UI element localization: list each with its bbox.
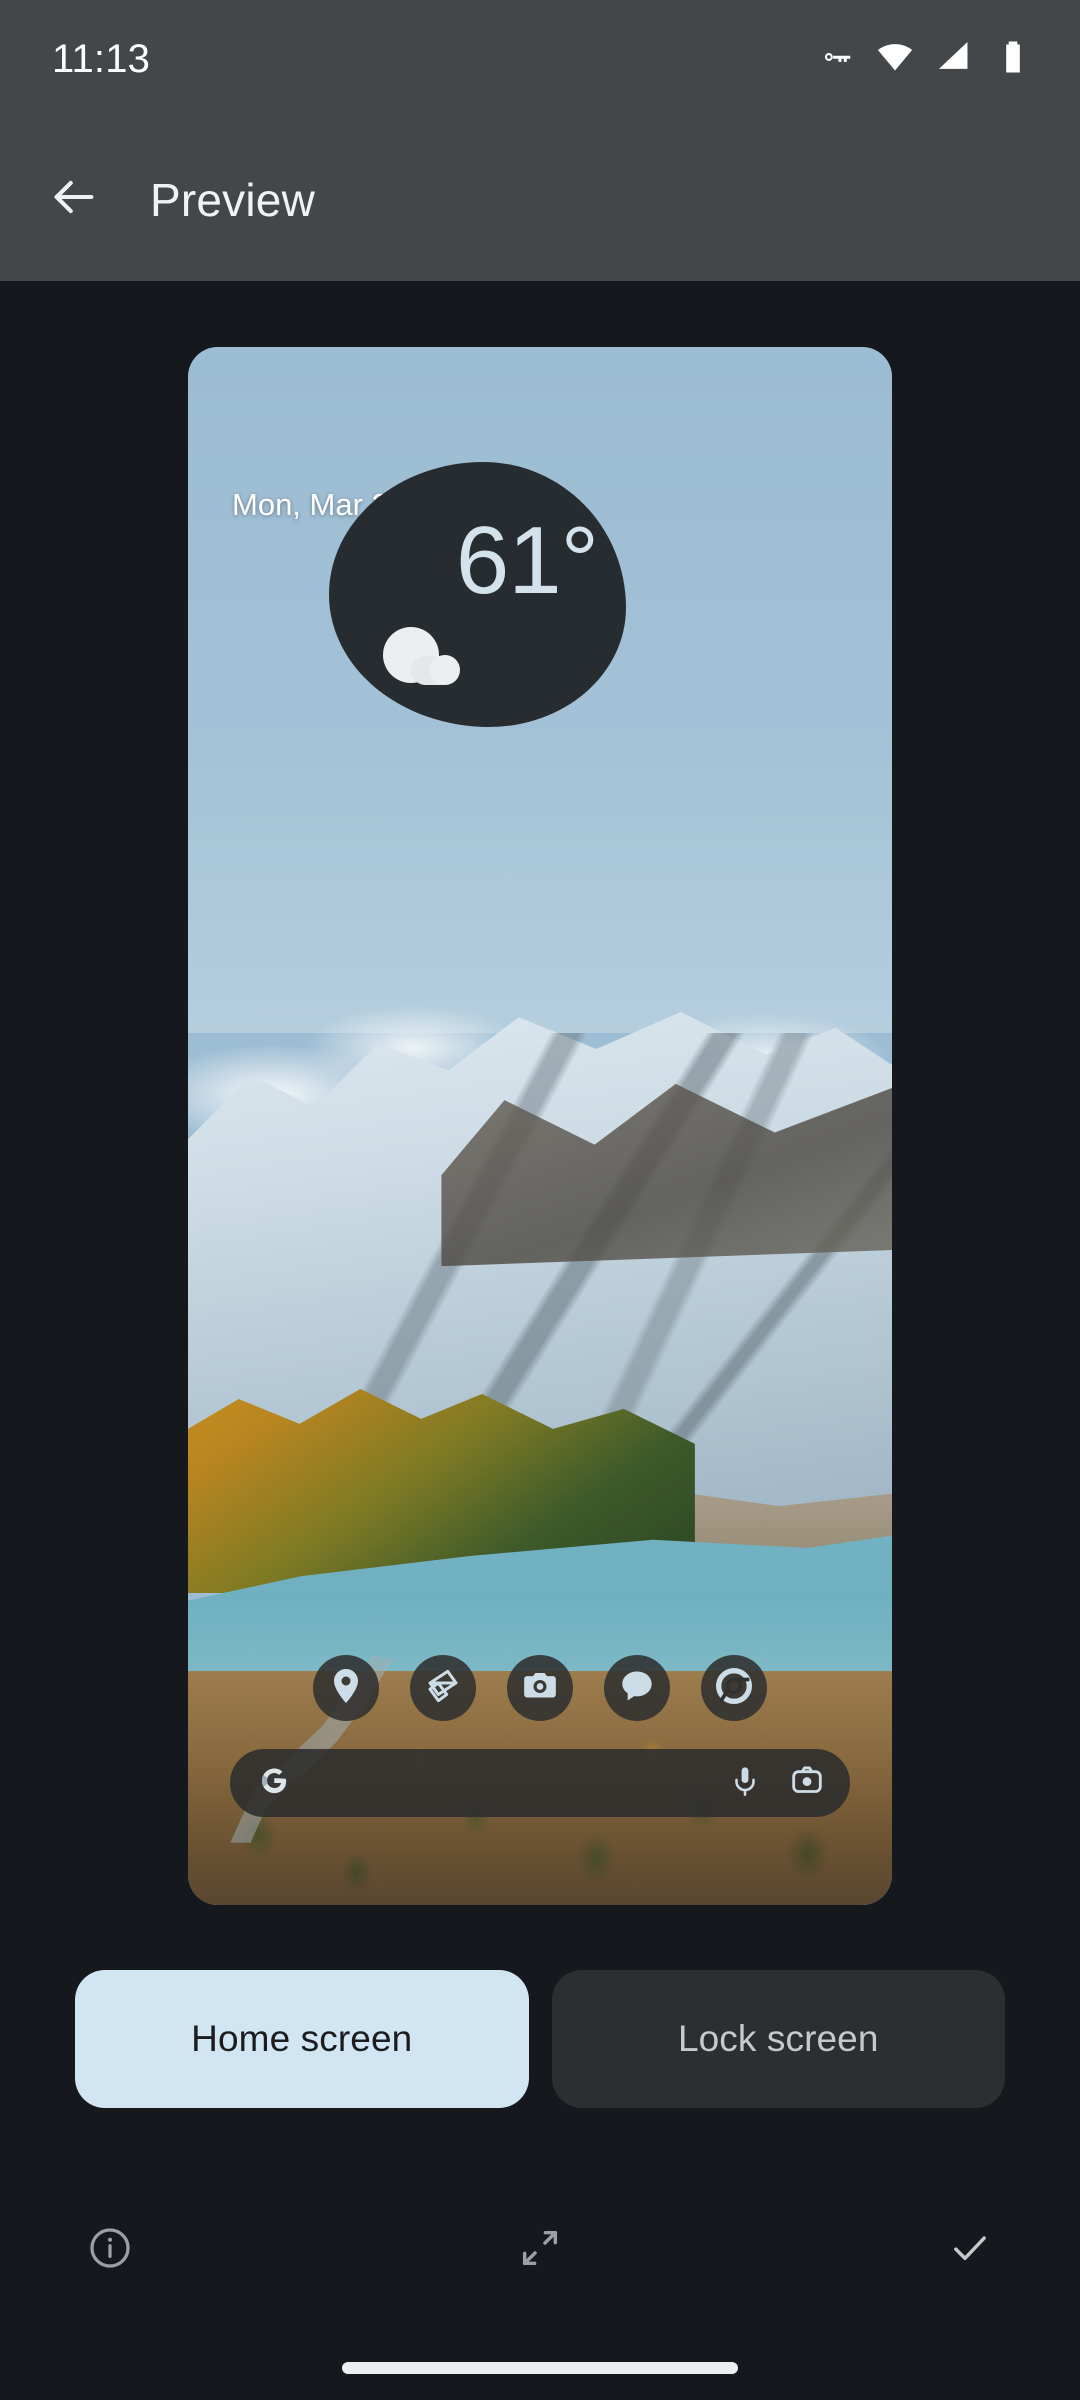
info-icon [87,2225,133,2276]
dock-item-chrome[interactable] [701,1655,767,1721]
status-clock: 11:13 [52,36,151,81]
fullscreen-button[interactable] [494,2204,586,2296]
dock-item-messages[interactable] [604,1655,670,1721]
signal-icon [935,38,973,81]
weather-temperature: 61° [455,507,599,614]
photos-icon [423,1666,463,1711]
battery-icon [994,38,1032,81]
lens-camera-icon[interactable] [790,1764,824,1803]
tab-home-screen[interactable]: Home screen [75,1970,529,2108]
dock-item-camera[interactable] [507,1655,573,1721]
status-bar: 11:13 [0,0,1080,118]
microphone-icon[interactable] [728,1764,762,1803]
weather-widget[interactable]: 61° [329,462,626,727]
chat-bubble-icon [617,1666,657,1711]
bottom-action-bar [0,2180,1080,2320]
tab-lock-screen[interactable]: Lock screen [551,1970,1005,2108]
home-gesture-pill[interactable] [342,2362,738,2374]
chrome-icon [714,1666,754,1711]
google-g-icon [256,1763,292,1804]
wallpaper-preview-card[interactable]: Mon, Mar 27 61° [188,347,892,1905]
cloud-icon [371,627,481,689]
vpn-key-icon [817,38,855,81]
wifi-icon [876,38,914,81]
back-arrow-icon [48,171,100,228]
dock-item-photos[interactable] [410,1655,476,1721]
google-search-bar[interactable] [230,1749,850,1817]
check-icon [947,2225,993,2276]
location-pin-icon [326,1666,366,1711]
screen-type-toggle-group: Home screen Lock screen [75,1970,1005,2108]
camera-icon [520,1666,560,1711]
apply-wallpaper-button[interactable] [924,2204,1016,2296]
fullscreen-expand-icon [517,2225,563,2276]
dock-item-maps[interactable] [313,1655,379,1721]
status-icons [817,38,1032,81]
page-title: Preview [150,173,316,226]
app-bar: Preview [0,118,1080,281]
tab-home-screen-label: Home screen [191,2018,413,2059]
back-button[interactable] [26,152,122,248]
info-button[interactable] [64,2204,156,2296]
tab-lock-screen-label: Lock screen [677,2018,879,2059]
app-dock [188,1655,892,1721]
